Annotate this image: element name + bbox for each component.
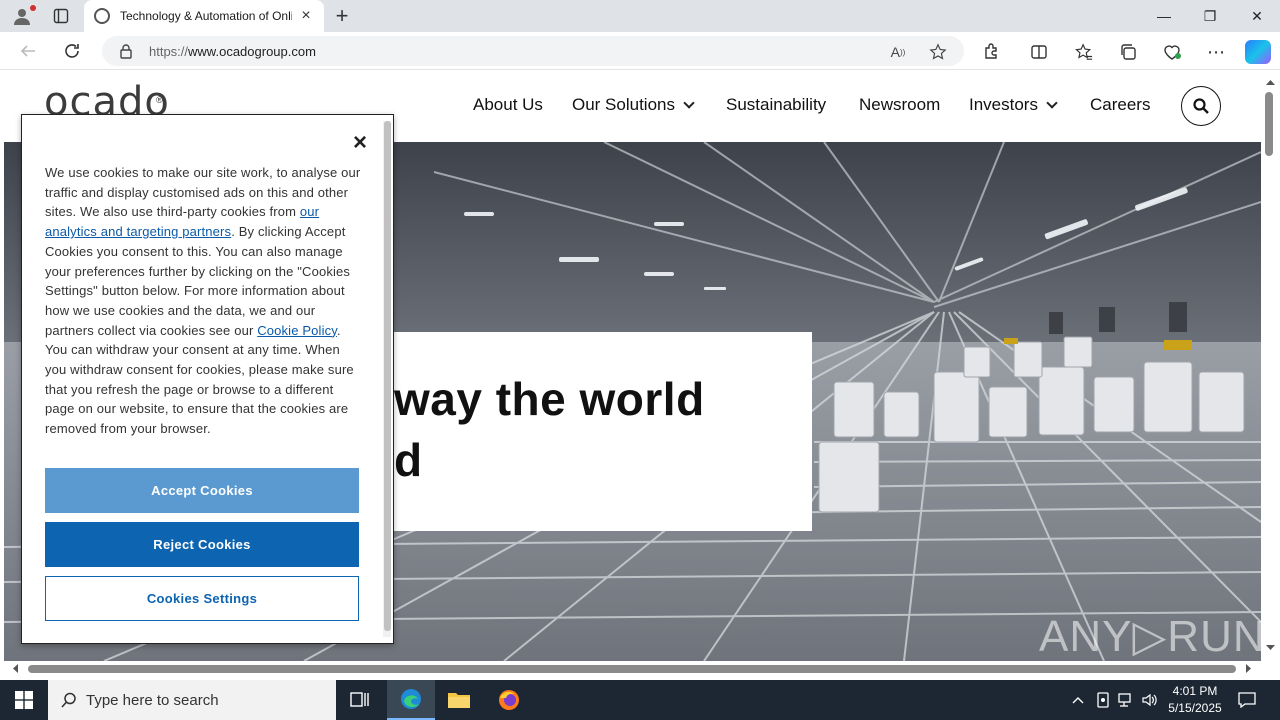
refresh-icon — [65, 44, 79, 58]
collections-icon[interactable] — [1116, 40, 1140, 64]
task-view-button[interactable] — [336, 680, 384, 720]
anyrun-watermark: ANY▷RUN — [1039, 612, 1261, 661]
site-search-button[interactable] — [1181, 86, 1221, 126]
cookie-consent-text: We use cookies to make our site work, to… — [45, 163, 363, 439]
tab-actions-icon — [53, 8, 69, 24]
horizontal-scroll-thumb[interactable] — [28, 665, 1236, 673]
read-aloud-icon[interactable]: A)) — [887, 41, 909, 63]
vertical-scroll-thumb[interactable] — [1265, 92, 1273, 156]
accept-cookies-button[interactable]: Accept Cookies — [45, 468, 359, 513]
nav-our-solutions[interactable]: Our Solutions — [572, 95, 695, 115]
cookie-policy-link[interactable]: Cookie Policy — [257, 323, 337, 338]
taskbar-search-placeholder: Type here to search — [86, 691, 219, 709]
nav-investors[interactable]: Investors — [969, 95, 1058, 115]
reject-cookies-button[interactable]: Reject Cookies — [45, 522, 359, 567]
url-prefix: https:// — [149, 44, 189, 59]
browser-tab-active[interactable]: Technology & Automation of Online Grocer… — [84, 0, 324, 32]
nav-label: About Us — [473, 95, 543, 114]
nav-label: Sustainability — [726, 95, 827, 114]
tab-title: Technology & Automation of Online Grocer… — [120, 9, 292, 23]
chevron-down-icon — [1046, 97, 1058, 109]
browser-toolbar: https://www.ocadogroup.com A)) ⋯ — [0, 32, 1280, 70]
restore-button[interactable]: ❐ — [1187, 0, 1233, 32]
search-icon — [1193, 98, 1209, 114]
notification-dot — [30, 5, 36, 11]
firefox-icon — [499, 690, 519, 710]
taskbar-edge-app[interactable] — [387, 680, 435, 720]
browser-essentials-icon[interactable] — [1160, 40, 1184, 64]
new-tab-button[interactable]: + — [330, 3, 354, 28]
close-window-button[interactable]: ✕ — [1234, 0, 1280, 32]
tray-volume-icon[interactable] — [1140, 690, 1160, 710]
url-text[interactable]: https://www.ocadogroup.com — [149, 44, 316, 59]
edge-icon — [401, 689, 421, 709]
lock-icon[interactable] — [118, 43, 134, 59]
hero-heading-line1: way the world — [394, 373, 705, 425]
close-icon[interactable]: × — [350, 131, 370, 155]
more-menu-icon[interactable]: ⋯ — [1204, 40, 1228, 64]
clock-date: 5/15/2025 — [1168, 701, 1222, 715]
refresh-button[interactable] — [58, 37, 86, 65]
browser-titlebar: Technology & Automation of Online Grocer… — [0, 0, 1280, 32]
hero-heading-line2: d — [394, 434, 423, 486]
taskbar-file-explorer[interactable] — [435, 680, 483, 720]
cookie-consent-dialog: × We use cookies to make our site work, … — [21, 114, 394, 644]
task-view-icon — [350, 692, 369, 707]
cookie-text-part3: . You can withdraw your consent at any t… — [45, 322, 354, 437]
logo-registered-mark: ® — [156, 95, 163, 105]
chevron-down-icon — [683, 97, 695, 109]
address-bar[interactable]: https://www.ocadogroup.com A)) — [102, 36, 964, 66]
nav-careers[interactable]: Careers — [1090, 95, 1150, 115]
nav-label: Our Solutions — [572, 95, 675, 114]
tab-favicon-icon — [94, 8, 110, 24]
cookies-settings-button[interactable]: Cookies Settings — [45, 576, 359, 621]
page-vertical-scrollbar[interactable] — [1261, 71, 1280, 661]
tray-device-icon[interactable] — [1093, 690, 1113, 710]
nav-newsroom[interactable]: Newsroom — [859, 95, 940, 115]
copilot-icon[interactable] — [1245, 40, 1271, 64]
hero-text-card: way the world d — [394, 332, 812, 531]
minimize-button[interactable]: — — [1141, 0, 1187, 32]
taskbar-search-box[interactable]: Type here to search — [48, 680, 336, 720]
nav-label: Newsroom — [859, 95, 941, 114]
folder-icon — [448, 693, 470, 708]
search-icon — [61, 692, 76, 708]
extensions-icon[interactable] — [979, 40, 1003, 64]
favorite-star-icon[interactable] — [927, 41, 949, 63]
back-arrow-icon — [20, 45, 35, 57]
cookie-text-part2: . By clicking Accept Cookies you consent… — [45, 224, 351, 338]
scroll-arrows — [1266, 80, 1275, 650]
tray-chevron-up-icon[interactable] — [1068, 690, 1088, 710]
windows-logo-icon — [15, 691, 33, 709]
dialog-scroll-thumb[interactable] — [384, 121, 391, 631]
profile-icon — [14, 9, 30, 25]
back-button[interactable] — [14, 37, 42, 65]
start-button[interactable] — [0, 680, 48, 720]
nav-sustainability[interactable]: Sustainability — [726, 95, 826, 115]
favorites-icon[interactable] — [1072, 40, 1096, 64]
nav-about-us[interactable]: About Us — [473, 95, 543, 115]
taskbar-clock[interactable]: 4:01 PM 5/15/2025 — [1160, 683, 1230, 717]
tab-actions-button[interactable] — [48, 4, 74, 28]
taskbar-firefox[interactable] — [485, 680, 533, 720]
split-screen-icon[interactable] — [1027, 40, 1051, 64]
clock-time: 4:01 PM — [1172, 684, 1218, 698]
url-host: www.ocadogroup.com — [188, 44, 316, 59]
notifications-icon[interactable] — [1237, 690, 1257, 710]
tray-network-icon[interactable] — [1116, 690, 1136, 710]
nav-label: Careers — [1090, 95, 1151, 114]
windows-taskbar: Type here to search 4:01 PM 5/15/2025 — [0, 680, 1280, 720]
tab-close-icon[interactable]: × — [298, 7, 314, 25]
nav-label: Investors — [969, 95, 1038, 114]
